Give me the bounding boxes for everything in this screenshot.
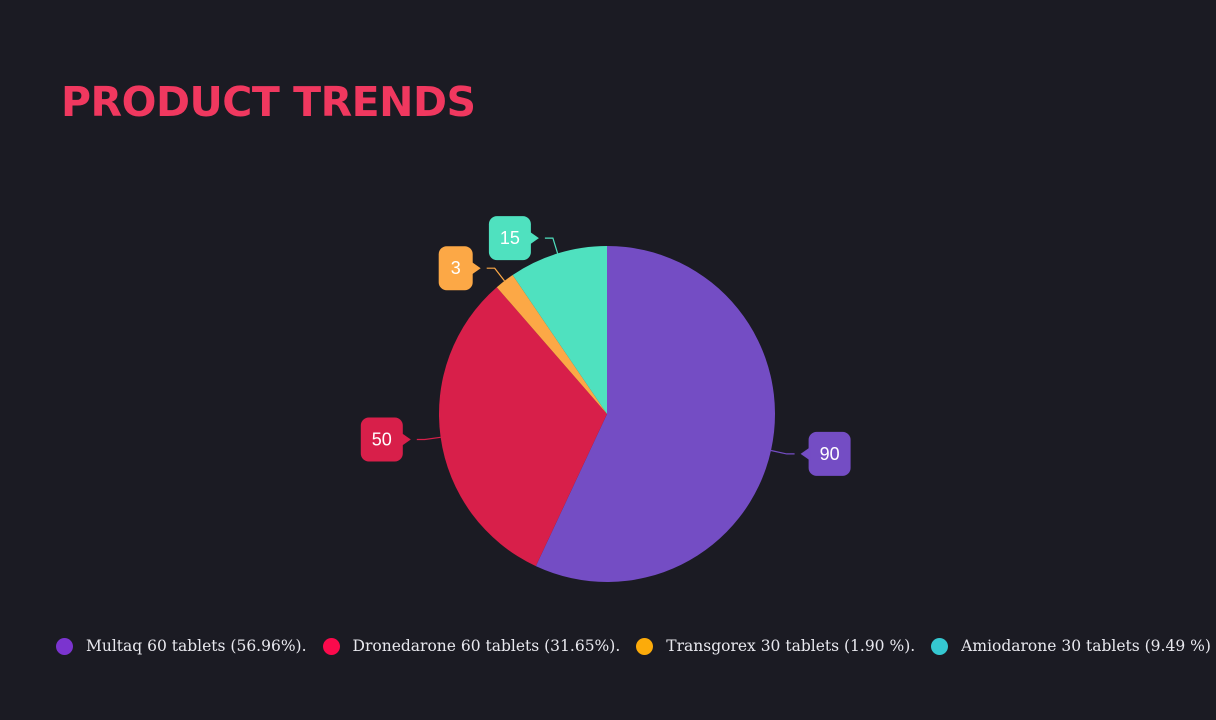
legend-item-3[interactable]: Amiodarone 30 tablets (9.49 %)	[931, 637, 1211, 655]
legend-label-1: Dronedarone 60 tablets (31.65%).	[352, 637, 621, 655]
callout-line-1	[416, 436, 441, 441]
legend-swatch-3	[931, 637, 949, 655]
callout-line-0	[770, 449, 795, 455]
legend-label-3: Amiodarone 30 tablets (9.49 %)	[961, 637, 1211, 655]
callout-pointer-3	[528, 231, 539, 246]
callout-line-3	[544, 237, 559, 254]
data-label-2: 3	[451, 258, 461, 278]
legend-swatch-0	[56, 637, 73, 655]
legend-item-0[interactable]: Multaq 60 tablets (56.96%).	[56, 637, 307, 655]
legend-item-1[interactable]: Dronedarone 60 tablets (31.65%).	[322, 637, 621, 655]
data-label-0: 90	[820, 444, 840, 464]
chart-legend: Multaq 60 tablets (56.96%). Dronedarone 6…	[56, 637, 1211, 655]
data-label-3: 15	[500, 228, 520, 248]
pie-chart: 90 50 3 15	[360, 216, 851, 582]
legend-label-2: Transgorex 30 tablets (1.90 %).	[666, 637, 916, 655]
legend-item-2[interactable]: Transgorex 30 tablets (1.90 %).	[636, 637, 915, 655]
callout-line-2	[486, 267, 505, 282]
data-label-1: 50	[372, 430, 392, 450]
pie-slices	[438, 246, 776, 582]
legend-swatch-2	[636, 637, 654, 655]
legend-label-0: Multaq 60 tablets (56.96%).	[86, 637, 307, 655]
page: PRODUCT TRENDS 90 50 3 15 Multaq 60 tablets…	[0, 0, 1216, 720]
callout-pointer-1	[400, 432, 411, 447]
callout-pointer-0	[800, 446, 811, 461]
legend-swatch-1	[322, 637, 340, 655]
callout-pointer-2	[470, 261, 481, 276]
